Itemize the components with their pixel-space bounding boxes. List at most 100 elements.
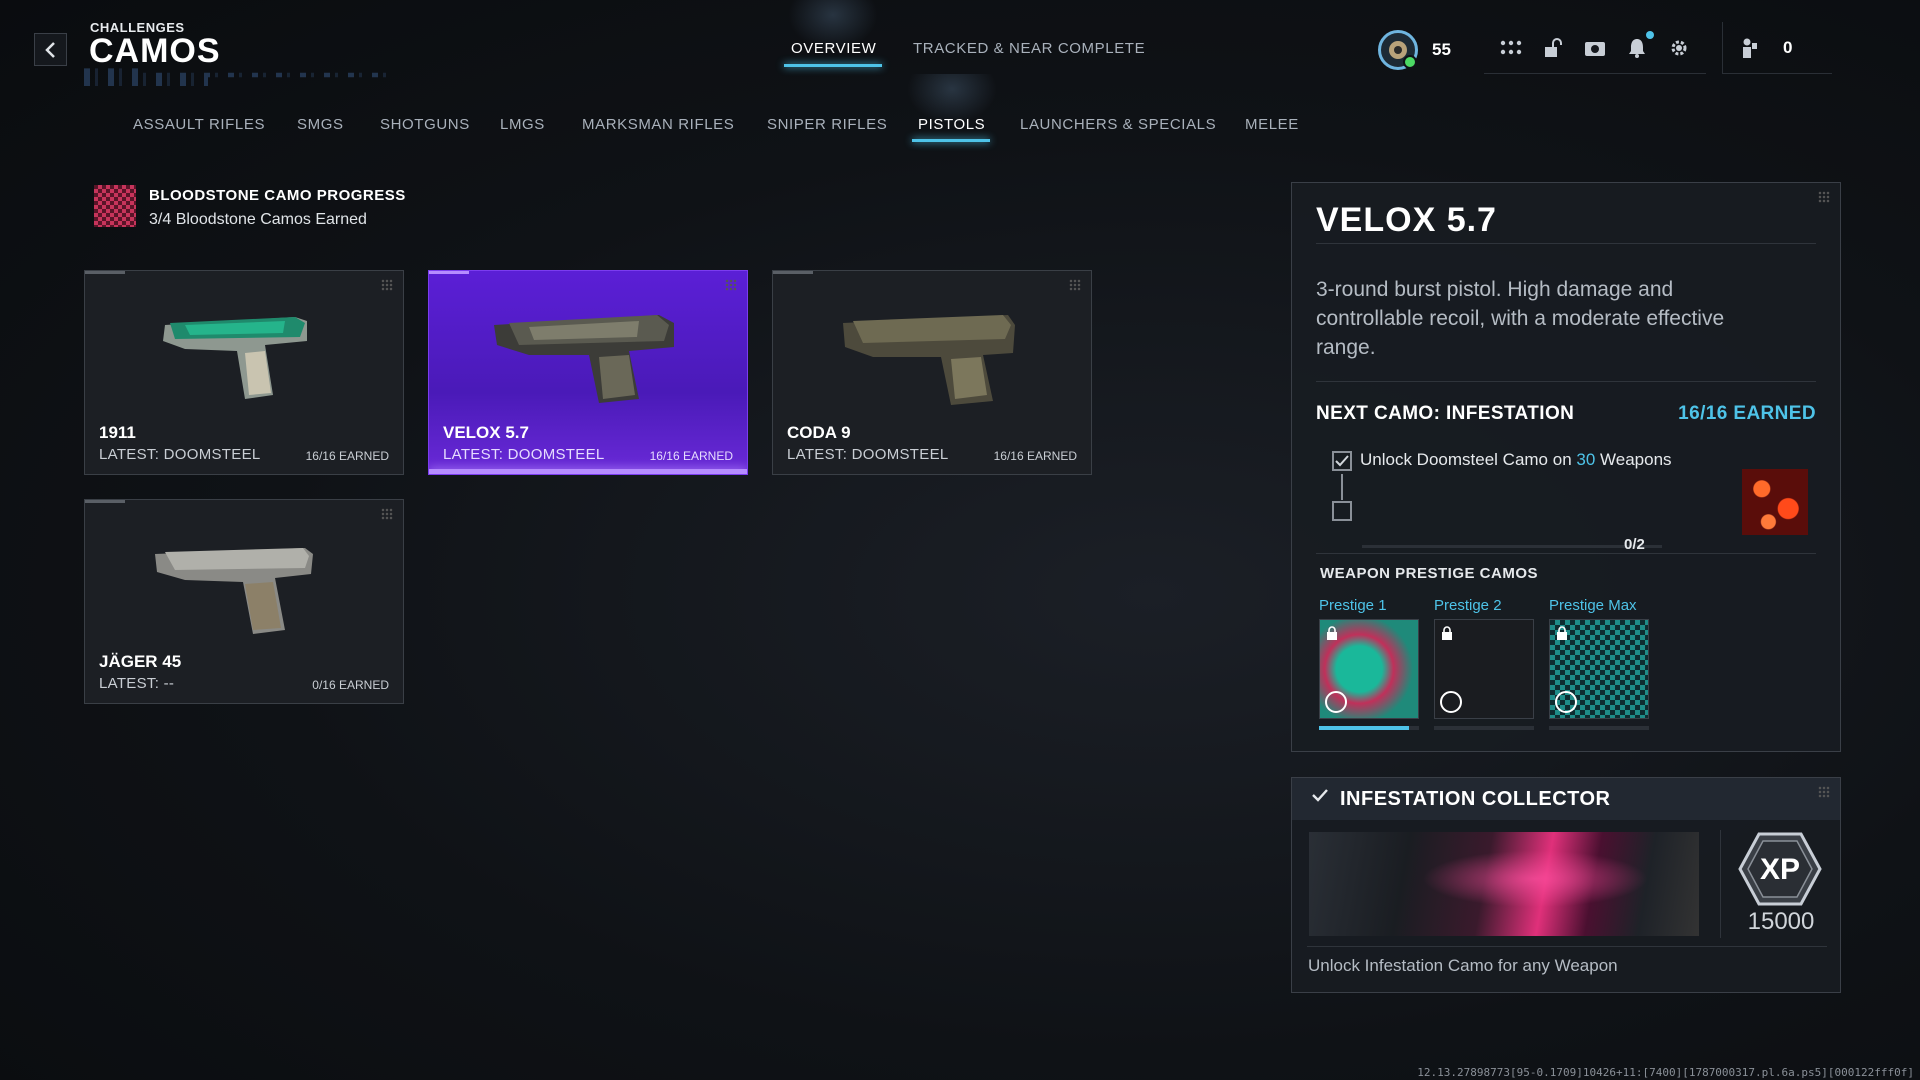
card-grip-icon (381, 508, 393, 520)
level-value: 55 (1432, 40, 1451, 59)
challenge-progress-bar (1362, 545, 1662, 548)
divider (1720, 830, 1721, 938)
weapon-card-velox-57[interactable]: VELOX 5.7 LATEST: DOOMSTEEL 16/16 EARNED (428, 270, 748, 475)
weapon-latest-camo: LATEST: -- (99, 675, 175, 692)
notification-bell-icon[interactable] (1624, 30, 1654, 61)
unlock-icon[interactable] (1540, 35, 1566, 61)
weapon-earned-count: 16/16 EARNED (649, 449, 733, 463)
card-topbar (85, 271, 125, 274)
detail-weapon-title: VELOX 5.7 (1316, 201, 1497, 239)
category-tab-sniper-rifles[interactable]: SNIPER RIFLES (767, 116, 887, 133)
prestige-max-progress (1549, 726, 1649, 730)
checkmark-icon (1335, 455, 1349, 467)
card-topbar (773, 271, 813, 274)
category-tab-shotguns[interactable]: SHOTGUNS (380, 116, 470, 133)
prestige-cycle-icon (1325, 691, 1347, 713)
weapon-name: JÄGER 45 (99, 652, 182, 671)
lock-icon (1327, 626, 1337, 640)
page-title: CAMOS (89, 32, 221, 70)
prestige-cycle-icon (1440, 691, 1462, 713)
checklist-connector (1341, 474, 1343, 500)
selected-indicator (429, 469, 747, 474)
category-tab-marksman-rifles[interactable]: MARKSMAN RIFLES (582, 116, 734, 133)
weapon-latest-camo: LATEST: DOOMSTEEL (787, 446, 949, 463)
category-tab-melee[interactable]: MELEE (1245, 116, 1299, 133)
weapon-card-1911[interactable]: 1911 LATEST: DOOMSTEEL 16/16 EARNED (84, 270, 404, 475)
weapon-earned-count: 16/16 EARNED (993, 449, 1077, 463)
prestige-max-label: Prestige Max (1549, 597, 1637, 614)
category-tab-assault-rifles[interactable]: ASSAULT RIFLES (133, 116, 265, 133)
next-camo-earned: 16/16 EARNED (1678, 403, 1816, 424)
bloodstone-camo-swatch (94, 185, 136, 227)
currency-box[interactable]: 0 (1722, 22, 1832, 74)
lock-icon (1442, 626, 1452, 640)
challenge-text: Unlock Doomsteel Camo on 30 Weapons (1360, 450, 1672, 470)
challenge-checkbox-unchecked (1332, 501, 1352, 521)
divider (1316, 553, 1816, 554)
prestige-max-camo[interactable] (1549, 619, 1649, 719)
weapon-name: CODA 9 (787, 423, 851, 442)
pistol-image-coda (843, 315, 1015, 405)
apps-grid-icon[interactable] (1498, 35, 1524, 61)
divider (1316, 381, 1816, 382)
category-tab-smgs[interactable]: SMGS (297, 116, 344, 133)
checkmark-icon (1312, 789, 1328, 802)
pistol-image-jager (155, 548, 313, 634)
back-button[interactable] (34, 33, 67, 66)
weapon-latest-camo: LATEST: DOOMSTEEL (99, 446, 261, 463)
bloodstone-progress-subtitle: 3/4 Bloodstone Camos Earned (149, 211, 367, 228)
camera-icon[interactable] (1582, 35, 1608, 61)
pistol-image-velox (494, 315, 674, 403)
panel-grip-icon (1818, 191, 1830, 203)
collector-description: Unlock Infestation Camo for any Weapon (1308, 956, 1618, 975)
challenge-prefix: Unlock Doomsteel Camo on (1360, 450, 1577, 469)
party-icon (1737, 35, 1763, 61)
weapon-card-jager-45[interactable]: JÄGER 45 LATEST: -- 0/16 EARNED (84, 499, 404, 704)
prestige-1-progress (1319, 726, 1419, 730)
challenge-count: 30 (1576, 450, 1596, 469)
player-level[interactable]: 55 (1378, 30, 1451, 70)
collector-reward-image (1309, 832, 1699, 936)
collector-title: INFESTATION COLLECTOR (1340, 788, 1611, 810)
weapon-name: 1911 (99, 423, 136, 442)
currency-value: 0 (1783, 37, 1793, 57)
category-tab-lmgs[interactable]: LMGS (500, 116, 545, 133)
card-topbar (429, 271, 469, 274)
challenge-progress-label: 0/2 (1624, 536, 1645, 553)
prestige-2-progress (1434, 726, 1534, 730)
weapon-latest-camo: LATEST: DOOMSTEEL (443, 446, 605, 463)
divider (1307, 946, 1827, 947)
category-tab-launchers-specials[interactable]: LAUNCHERS & SPECIALS (1020, 116, 1216, 133)
weapon-card-coda-9[interactable]: CODA 9 LATEST: DOOMSTEEL 16/16 EARNED (772, 270, 1092, 475)
prestige-1-label: Prestige 1 (1319, 597, 1387, 614)
pistol-image-1911 (163, 317, 307, 399)
card-topbar (85, 500, 125, 503)
weapon-name: VELOX 5.7 (443, 423, 529, 442)
xp-badge-icon: XP (1738, 832, 1822, 906)
infestation-collector-panel[interactable]: INFESTATION COLLECTOR XP 15000 Unlock In… (1291, 777, 1841, 993)
card-grip-icon (725, 279, 737, 291)
prestige-2-camo[interactable] (1434, 619, 1534, 719)
tab-overview[interactable]: OVERVIEW (791, 40, 876, 57)
notification-dot (1646, 30, 1654, 39)
tab-tracked-near-complete[interactable]: TRACKED & NEAR COMPLETE (913, 40, 1145, 57)
weapon-earned-count: 0/16 EARNED (312, 678, 389, 692)
gear-icon[interactable] (1666, 35, 1692, 61)
prestige-camos-heading: WEAPON PRESTIGE CAMOS (1320, 565, 1539, 582)
lock-icon (1557, 626, 1567, 640)
challenge-suffix: Weapons (1595, 450, 1672, 469)
prestige-2-label: Prestige 2 (1434, 597, 1502, 614)
next-camo-label: NEXT CAMO: INFESTATION (1316, 403, 1575, 424)
card-grip-icon (381, 279, 393, 291)
emblem-icon (1389, 41, 1407, 59)
xp-reward-value: 15000 (1747, 908, 1815, 935)
build-version: 12.13.27898773[95-0.1709]10426+11:[7400]… (1417, 1066, 1914, 1079)
divider (1316, 243, 1816, 244)
category-tab-pistols[interactable]: PISTOLS (918, 116, 985, 133)
infestation-camo-thumbnail (1742, 469, 1808, 535)
prestige-1-camo[interactable] (1319, 619, 1419, 719)
xp-badge-label: XP (1760, 853, 1800, 886)
chevron-left-icon (44, 41, 55, 58)
detail-weapon-description: 3-round burst pistol. High damage and co… (1316, 278, 1725, 359)
avatar (1378, 30, 1418, 70)
